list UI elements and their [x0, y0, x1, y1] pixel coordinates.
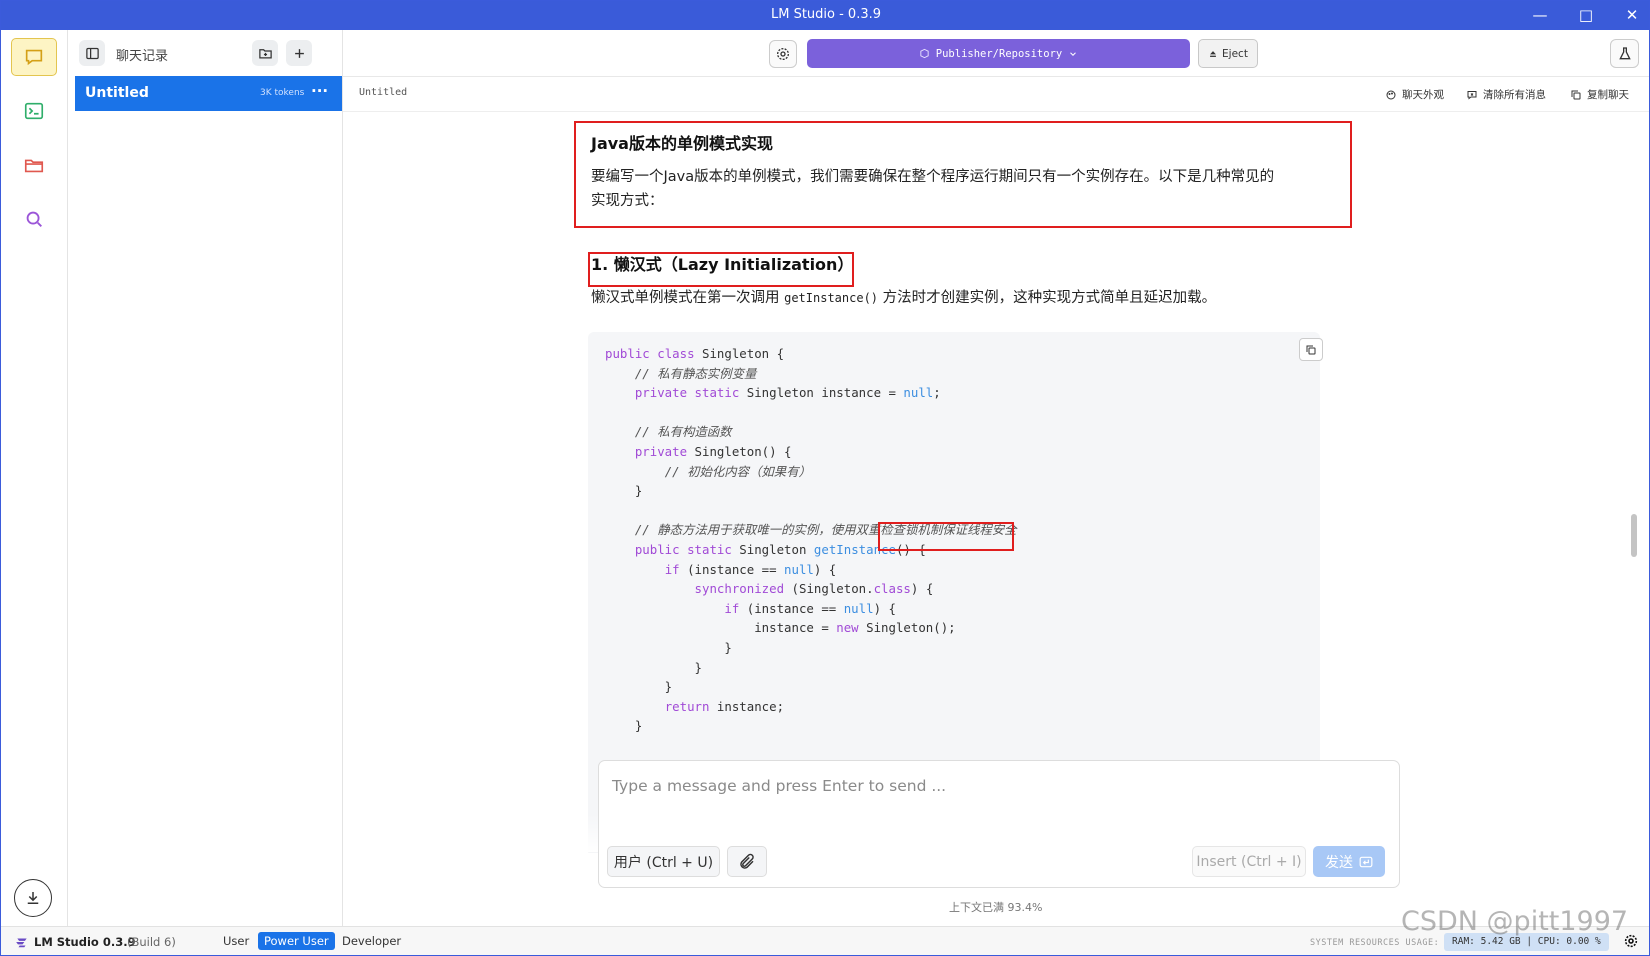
chevron-down-icon: [1070, 51, 1077, 56]
chat-list-item[interactable]: Untitled 3K tokens ···: [75, 76, 342, 111]
maximize-button[interactable]: □: [1572, 4, 1600, 26]
build-number: (Build 6): [127, 935, 176, 949]
chat-appearance-button[interactable]: 聊天外观: [1385, 87, 1444, 102]
watermark: CSDN @pitt1997: [1401, 906, 1629, 937]
eject-button[interactable]: Eject: [1198, 39, 1258, 68]
title-bar: LM Studio - 0.3.9 — □ ✕: [1, 1, 1649, 30]
inline-code: getInstance(): [784, 291, 879, 305]
code-line: }: [605, 718, 643, 734]
search-icon: [26, 211, 42, 227]
top-toolbar: Publisher/Repository Eject: [343, 30, 1649, 77]
enter-icon: [1359, 856, 1373, 867]
plus-icon: [294, 48, 304, 58]
chat-title-breadcrumb: Untitled: [359, 87, 408, 98]
section-text-after: 方法时才创建实例，这种实现方式简单且延迟加载。: [878, 290, 1217, 306]
code-line: }: [605, 483, 643, 499]
copy-icon: [1571, 90, 1581, 99]
chat-appearance-label: 聊天外观: [1402, 89, 1444, 101]
new-chat-button[interactable]: [286, 40, 312, 66]
model-selector-button[interactable]: Publisher/Repository: [807, 39, 1190, 68]
new-folder-button[interactable]: [252, 40, 278, 66]
send-label: 发送: [1325, 854, 1353, 871]
message-clear-icon: [1467, 90, 1477, 99]
download-icon: [27, 892, 39, 904]
eject-label: Eject: [1222, 47, 1248, 60]
code-line: private static Singleton instance = null…: [634, 385, 941, 401]
minimize-button[interactable]: —: [1526, 4, 1554, 26]
eject-icon: [1210, 50, 1216, 57]
highlight-box-heading: [574, 121, 1352, 228]
code-line: public class Singleton {: [605, 346, 785, 361]
message-input-box: Type a message and press Enter to send .…: [598, 760, 1400, 888]
role-toggle-button[interactable]: 用户 (Ctrl + U): [607, 846, 720, 877]
code-line: // 初始化内容（如果有）: [664, 463, 811, 479]
nav-search-button[interactable]: [11, 200, 57, 238]
highlight-box-comment: [878, 522, 1014, 551]
copy-chat-button[interactable]: 复制聊天: [1570, 87, 1629, 102]
chat-token-count: 3K tokens: [260, 88, 305, 98]
mode-developer[interactable]: Developer: [336, 932, 407, 950]
chat-header-bar: Untitled 聊天外观 清除所有消息 复制聊天: [343, 77, 1649, 112]
sidebar-toggle-icon: [85, 47, 99, 59]
mode-user[interactable]: User: [217, 932, 255, 950]
code-line: // 私有静态实例变量: [634, 365, 757, 381]
section-paragraph: 懒汉式单例模式在第一次调用 getInstance() 方法时才创建实例，这种实…: [591, 286, 1216, 310]
folder-plus-icon: [258, 48, 272, 58]
context-usage: 上下文已满 93.4%: [949, 901, 1043, 914]
assistant-message: Java版本的单例模式实现 要编写一个Java版本的单例模式，我们需要确保在整个…: [588, 120, 1363, 853]
clear-messages-button[interactable]: 清除所有消息: [1466, 87, 1546, 102]
folder-icon: [24, 159, 44, 173]
sidebar-title: 聊天记录: [116, 49, 169, 64]
toggle-sidebar-button[interactable]: [79, 40, 105, 66]
copy-icon: [1306, 345, 1316, 354]
palette-icon: [1386, 90, 1396, 99]
copy-code-button[interactable]: [1299, 338, 1323, 361]
attach-button[interactable]: [727, 846, 767, 877]
code-line: instance = new Singleton();: [605, 620, 956, 636]
code-line: private Singleton() {: [634, 443, 792, 459]
code-line: if (instance == null) {: [664, 561, 837, 577]
close-button[interactable]: ✕: [1618, 4, 1646, 26]
nav-models-button[interactable]: [11, 146, 57, 184]
chat-scrollbar[interactable]: [1631, 514, 1637, 557]
code-line: if (instance == null) {: [724, 600, 896, 616]
message-input[interactable]: Type a message and press Enter to send .…: [612, 777, 946, 795]
code-line: synchronized (Singleton.class) {: [694, 581, 934, 597]
section-text-before: 懒汉式单例模式在第一次调用: [591, 290, 785, 306]
system-resources-label: SYSTEM RESOURCES USAGE:: [1310, 938, 1440, 948]
code-line: // 私有构造函数: [634, 424, 732, 440]
chat-icon: [25, 49, 43, 66]
model-settings-button[interactable]: [769, 40, 797, 68]
send-button[interactable]: 发送: [1313, 846, 1385, 877]
copy-chat-label: 复制聊天: [1587, 89, 1629, 101]
code-line: }: [605, 679, 673, 695]
chat-name: Untitled: [85, 85, 149, 101]
terminal-icon: [24, 102, 44, 120]
chat-history-sidebar: 聊天记录 Untitled 3K tokens ···: [68, 30, 343, 926]
window-title: LM Studio - 0.3.9: [770, 7, 882, 22]
nav-chat-button[interactable]: [11, 38, 57, 76]
code-line: return instance;: [664, 698, 785, 714]
gear-icon: [777, 48, 789, 60]
code-line: }: [605, 659, 702, 675]
nav-developer-button[interactable]: [11, 92, 57, 130]
experimental-button[interactable]: [1610, 39, 1639, 68]
highlight-box-section: [588, 252, 854, 287]
code-line: }: [605, 639, 732, 655]
app-name: LM Studio 0.3.9: [34, 935, 136, 949]
chat-more-button[interactable]: ···: [311, 82, 328, 100]
left-nav-rail: [1, 30, 68, 926]
lm-studio-window: LM Studio - 0.3.9 — □ ✕ 聊天记录 Untitled 3K…: [0, 0, 1650, 956]
model-cube-icon: [920, 48, 929, 59]
mode-power-user[interactable]: Power User: [258, 932, 335, 950]
downloads-button[interactable]: [14, 879, 52, 917]
model-label: Publisher/Repository: [935, 47, 1063, 60]
flask-icon: [1618, 46, 1631, 59]
lm-studio-logo-icon: [16, 938, 27, 948]
insert-button[interactable]: Insert (Ctrl + I): [1192, 846, 1306, 877]
clear-messages-label: 清除所有消息: [1483, 89, 1546, 101]
paperclip-icon: [740, 853, 754, 869]
